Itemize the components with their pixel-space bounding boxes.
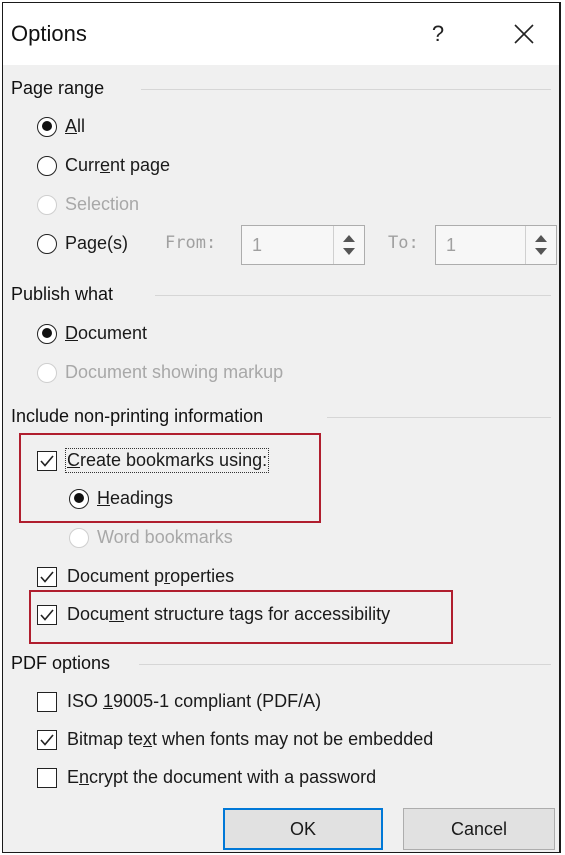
radio-button[interactable] (37, 323, 57, 344)
group-divider (141, 89, 551, 90)
from-value: 1 (252, 235, 263, 255)
radio-button[interactable] (37, 116, 57, 137)
checkbox[interactable] (37, 691, 57, 712)
to-spinner[interactable]: 1 (435, 225, 557, 265)
radio-current-page-label: Current page (65, 155, 171, 175)
radio-pages[interactable]: Page(s) (37, 233, 128, 254)
checkmark-icon (40, 454, 54, 467)
group-divider (327, 417, 551, 418)
encrypt-label: Encrypt the document with a password (67, 767, 377, 787)
radio-button[interactable] (37, 233, 57, 254)
from-spin-arrows[interactable] (333, 226, 364, 264)
highlight-box-bookmarks (19, 433, 321, 523)
checkbox-structure-tags[interactable]: Document structure tags for accessibilit… (37, 604, 390, 625)
page-range-label: Page range (11, 78, 105, 98)
checkbox[interactable] (37, 566, 57, 587)
close-button[interactable] (503, 15, 543, 53)
bitmap-text-label: Bitmap text when fonts may not be embedd… (67, 729, 434, 749)
iso-label: ISO 19005-1 compliant (PDF/A) (67, 691, 322, 711)
group-divider (155, 295, 551, 296)
radio-document-label: Document (65, 323, 148, 343)
radio-word-bookmarks-label: Word bookmarks (97, 527, 233, 547)
checkbox-document-properties[interactable]: Document properties (37, 566, 234, 587)
checkbox-create-bookmarks[interactable]: Create bookmarks using: (37, 448, 270, 473)
from-spinner[interactable]: 1 (241, 225, 365, 265)
structure-tags-label: Document structure tags for accessibilit… (67, 604, 391, 624)
radio-pages-label: Page(s) (65, 233, 129, 253)
checkbox-encrypt[interactable]: Encrypt the document with a password (37, 767, 376, 788)
dialog-title: Options (11, 21, 87, 46)
ok-button[interactable]: OK (223, 808, 383, 850)
radio-word-bookmarks: Word bookmarks (69, 527, 233, 548)
document-properties-label: Document properties (67, 566, 235, 586)
group-divider (139, 664, 551, 665)
to-value: 1 (446, 235, 457, 255)
radio-document-markup-label: Document showing markup (65, 362, 284, 382)
checkbox[interactable] (37, 729, 57, 750)
options-dialog: Options ? Page range All Current page Se… (2, 2, 561, 853)
radio-button (37, 194, 57, 215)
radio-headings[interactable]: Headings (69, 488, 173, 509)
spin-up-icon[interactable] (343, 235, 355, 242)
radio-headings-label: Headings (97, 488, 174, 508)
radio-all[interactable]: All (37, 116, 85, 137)
radio-all-label: All (65, 116, 86, 136)
radio-current-page[interactable]: Current page (37, 155, 170, 176)
cancel-button[interactable]: Cancel (403, 808, 555, 850)
publish-what-label: Publish what (11, 284, 114, 304)
spin-down-icon[interactable] (535, 248, 547, 255)
checkbox[interactable] (37, 604, 57, 625)
pdf-options-label: PDF options (11, 653, 111, 673)
checkmark-icon (40, 733, 54, 746)
to-spin-arrows[interactable] (525, 226, 556, 264)
checkbox-iso[interactable]: ISO 19005-1 compliant (PDF/A) (37, 691, 321, 712)
checkmark-icon (40, 608, 54, 621)
radio-document[interactable]: Document (37, 323, 147, 344)
title-bar: Options ? (3, 3, 559, 65)
spin-down-icon[interactable] (343, 248, 355, 255)
non-printing-label: Include non-printing information (11, 406, 264, 426)
to-label: To: (388, 233, 419, 253)
radio-button[interactable] (69, 488, 89, 509)
radio-button (37, 362, 57, 383)
help-button[interactable]: ? (418, 15, 458, 53)
radio-selection: Selection (37, 194, 139, 215)
close-icon (514, 24, 534, 44)
checkmark-icon (40, 570, 54, 583)
radio-button[interactable] (37, 155, 57, 176)
radio-button (69, 527, 89, 548)
radio-document-markup: Document showing markup (37, 362, 283, 383)
radio-selection-label: Selection (65, 194, 140, 214)
checkbox[interactable] (37, 767, 57, 788)
checkbox[interactable] (37, 450, 57, 471)
checkbox-bitmap-text[interactable]: Bitmap text when fonts may not be embedd… (37, 729, 433, 750)
from-label: From: (165, 233, 217, 253)
create-bookmarks-label: Create bookmarks using: (64, 448, 270, 473)
spin-up-icon[interactable] (535, 235, 547, 242)
